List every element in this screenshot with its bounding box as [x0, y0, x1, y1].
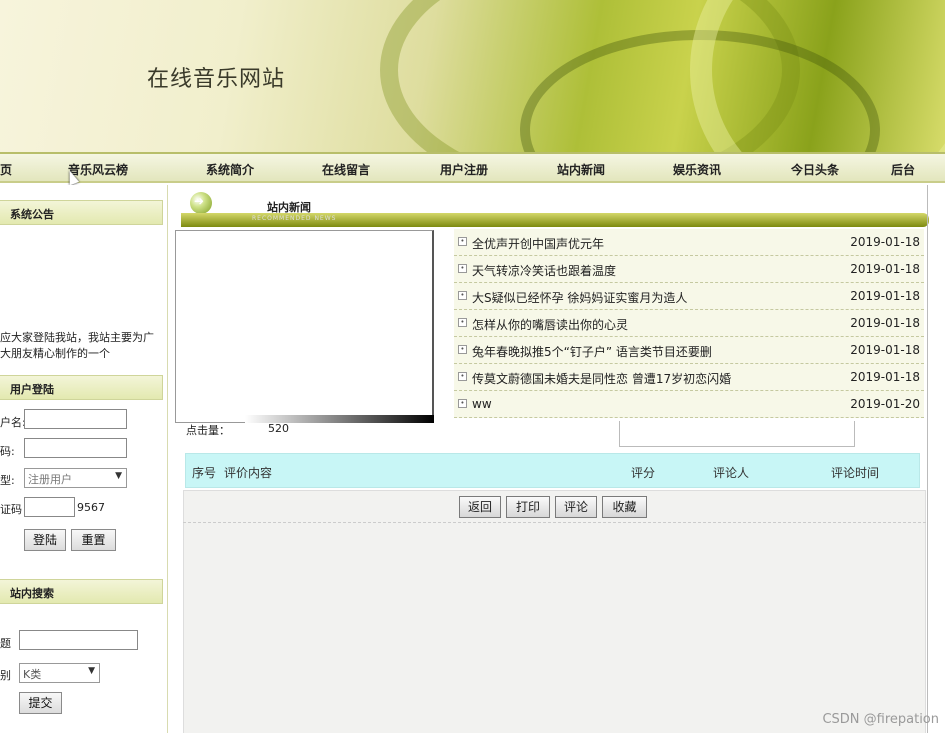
- nav-item-headlines[interactable]: 今日头条: [791, 161, 839, 178]
- captcha-label: 证码: [0, 503, 22, 516]
- main-content: 站内新闻 RECOMMENDED NEWS 点击量： 520 • 全优声开创中国声…: [175, 185, 937, 733]
- user-type-label: 型:: [0, 474, 15, 487]
- bullet-icon: •: [458, 345, 467, 354]
- captcha-code: 9567: [77, 501, 105, 514]
- user-type-value: 注册用户: [28, 473, 72, 486]
- news-list-item[interactable]: • 传莫文蔚德国未婚夫是同性恋 曾遭17岁初恋闪婚 2019-01-18: [454, 364, 924, 391]
- site-banner: 在线音乐网站: [0, 0, 945, 152]
- site-title: 在线音乐网站: [147, 67, 286, 92]
- search-keyword-input[interactable]: [19, 630, 138, 650]
- news-image-area: [175, 230, 434, 423]
- username-label: 户名:: [0, 416, 26, 429]
- comment-table-header: 序号 评价内容 评分 评论人 评论时间: [185, 453, 920, 488]
- news-date: 2019-01-18: [850, 343, 920, 357]
- news-title[interactable]: 大S疑似已经怀孕 徐妈妈证实蜜月为造人: [472, 289, 687, 306]
- captcha-input[interactable]: [24, 497, 75, 517]
- col-time: 评论时间: [831, 466, 880, 480]
- news-date: 2019-01-18: [850, 262, 920, 276]
- news-date: 2019-01-18: [850, 289, 920, 303]
- left-sidebar: 系统公告 应大家登陆我站，我站主要为广大朋友精心制作的一个 用户登陆 户名: 码…: [0, 185, 168, 733]
- login-header: 用户登陆: [0, 375, 163, 400]
- nav-item-home[interactable]: 页: [0, 161, 12, 178]
- notice-text: 应大家登陆我站，我站主要为广大朋友精心制作的一个: [0, 331, 154, 360]
- news-title[interactable]: 传莫文蔚德国未婚夫是同性恋 曾遭17岁初恋闪婚: [472, 370, 731, 387]
- chevron-down-icon: ▼: [88, 666, 95, 676]
- bullet-icon: •: [458, 237, 467, 246]
- news-date: 2019-01-20: [850, 397, 920, 411]
- comment-panel: [183, 490, 926, 733]
- col-seq: 序号: [192, 466, 217, 480]
- category-value: K类: [23, 668, 42, 681]
- news-date: 2019-01-18: [850, 370, 920, 384]
- print-button[interactable]: 打印: [506, 496, 550, 518]
- clicks-label: 点击量：: [186, 424, 230, 437]
- col-content: 评价内容: [224, 466, 273, 480]
- news-list-item[interactable]: • 怎样从你的嘴唇读出你的心灵 2019-01-18: [454, 310, 924, 337]
- news-title[interactable]: 兔年春晚拟推5个“钉子户” 语言类节目还要删: [472, 343, 712, 360]
- bullet-icon: •: [458, 372, 467, 381]
- category-select[interactable]: K类 ▼: [19, 663, 100, 683]
- bullet-icon: •: [458, 291, 467, 300]
- nav-item-about[interactable]: 系统简介: [206, 161, 254, 178]
- divider: [183, 522, 926, 523]
- right-border-line: [927, 185, 928, 733]
- nav-item-guestbook[interactable]: 在线留言: [322, 161, 370, 178]
- password-label: 码:: [0, 445, 15, 458]
- nav-item-entertainment[interactable]: 娱乐资讯: [673, 161, 721, 178]
- nav-item-register[interactable]: 用户注册: [440, 161, 488, 178]
- news-list: • 全优声开创中国声优元年 2019-01-18 • 天气转凉冷笑话也跟着温度 2019…: [454, 229, 924, 418]
- category-label: 别: [0, 669, 11, 682]
- search-header: 站内搜索: [0, 579, 163, 604]
- news-date: 2019-01-18: [850, 316, 920, 330]
- news-list-item[interactable]: • 大S疑似已经怀孕 徐妈妈证实蜜月为造人 2019-01-18: [454, 283, 924, 310]
- chevron-down-icon: ▼: [115, 471, 122, 481]
- section-subtitle: RECOMMENDED NEWS: [252, 215, 337, 222]
- news-list-item[interactable]: • 天气转凉冷笑话也跟着温度 2019-01-18: [454, 256, 924, 283]
- bullet-icon: •: [458, 318, 467, 327]
- arrow-circle-icon: [190, 192, 212, 214]
- bullet-icon: •: [458, 264, 467, 273]
- notice-header: 系统公告: [0, 200, 163, 225]
- nav-item-news[interactable]: 站内新闻: [557, 161, 605, 178]
- password-input[interactable]: [24, 438, 127, 458]
- reset-button[interactable]: 重置: [71, 529, 116, 551]
- news-title[interactable]: 怎样从你的嘴唇读出你的心灵: [472, 316, 628, 333]
- col-score: 评分: [631, 466, 656, 480]
- clicks-value: 520: [268, 422, 289, 435]
- col-user: 评论人: [713, 466, 750, 480]
- banner-swirl-decoration: [690, 0, 945, 152]
- keyword-label: 题: [0, 637, 11, 650]
- bullet-icon: •: [458, 399, 467, 408]
- favorite-button[interactable]: 收藏: [602, 496, 647, 518]
- comment-button[interactable]: 评论: [555, 496, 597, 518]
- news-date: 2019-01-18: [850, 235, 920, 249]
- search-submit-button[interactable]: 提交: [19, 692, 62, 714]
- login-button[interactable]: 登陆: [24, 529, 66, 551]
- news-title[interactable]: 全优声开创中国声优元年: [472, 235, 604, 252]
- user-type-select[interactable]: 注册用户 ▼: [24, 468, 127, 488]
- news-list-item[interactable]: • ww 2019-01-20: [454, 391, 924, 418]
- back-button[interactable]: 返回: [459, 496, 501, 518]
- news-title[interactable]: 天气转凉冷笑话也跟着温度: [472, 262, 616, 279]
- news-title[interactable]: ww: [472, 397, 492, 411]
- info-box: [619, 421, 855, 447]
- nav-item-admin[interactable]: 后台: [891, 161, 915, 178]
- news-list-item[interactable]: • 兔年春晚拟推5个“钉子户” 语言类节目还要删 2019-01-18: [454, 337, 924, 364]
- main-nav: 页 音乐风云榜 系统简介 在线留言 用户注册 站内新闻 娱乐资讯 今日头条 后台: [0, 152, 945, 183]
- watermark: CSDN @firepation: [822, 712, 939, 727]
- username-input[interactable]: [24, 409, 127, 429]
- section-title: 站内新闻: [267, 201, 311, 214]
- news-list-item[interactable]: • 全优声开创中国声优元年 2019-01-18: [454, 229, 924, 256]
